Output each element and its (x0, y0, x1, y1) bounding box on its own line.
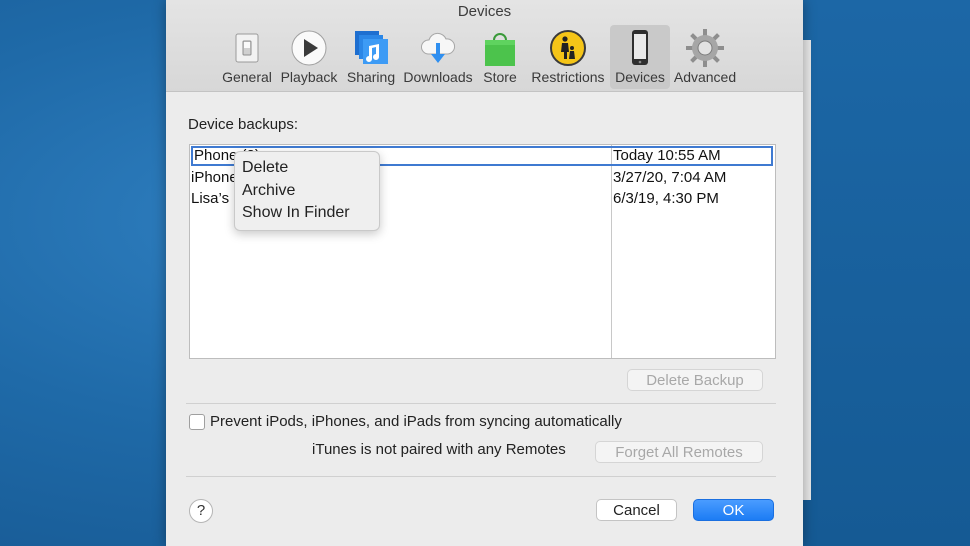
preferences-window: Devices General Playback Sharing Downloa… (166, 0, 803, 546)
remotes-status-text: iTunes is not paired with any Remotes (312, 441, 566, 458)
tab-playback-label: Playback (280, 69, 338, 85)
tab-playback[interactable]: Playback (278, 25, 340, 89)
tab-general-label: General (222, 69, 272, 85)
table-row-name[interactable]: iPhone (191, 169, 238, 186)
desktop-background (803, 0, 970, 546)
table-row-date[interactable]: Today 10:55 AM (613, 147, 721, 164)
shopping-bag-icon (485, 33, 515, 66)
tab-devices-label: Devices (615, 69, 665, 85)
preferences-toolbar: Devices General Playback Sharing Downloa… (166, 0, 803, 92)
tab-store-label: Store (483, 69, 517, 85)
tab-general[interactable]: General (222, 25, 272, 89)
general-switch-icon (235, 33, 259, 63)
prevent-sync-checkbox[interactable] (189, 414, 205, 430)
prevent-sync-label[interactable]: Prevent iPods, iPhones, and iPads from s… (210, 413, 622, 430)
tab-store[interactable]: Store (478, 25, 522, 89)
delete-backup-button[interactable]: Delete Backup (627, 369, 763, 391)
tab-devices[interactable]: Devices (610, 25, 670, 89)
play-icon (291, 30, 327, 66)
tab-downloads[interactable]: Downloads (402, 25, 474, 89)
cloud-download-icon (421, 32, 456, 63)
menu-item-show-in-finder[interactable]: Show In Finder (242, 204, 350, 222)
help-button[interactable]: ? (189, 499, 213, 523)
tab-restrictions[interactable]: Restrictions (528, 25, 608, 89)
ok-button[interactable]: OK (693, 499, 774, 521)
divider (186, 476, 776, 477)
iphone-icon (632, 30, 648, 65)
context-menu: Delete Archive Show In Finder (234, 151, 380, 231)
music-note-icon (355, 31, 388, 64)
gear-icon (686, 29, 724, 67)
table-row-name[interactable]: Lisa’s (191, 190, 229, 207)
tab-restrictions-label: Restrictions (531, 69, 605, 85)
menu-item-delete[interactable]: Delete (242, 159, 288, 177)
table-row-date[interactable]: 6/3/19, 4:30 PM (613, 190, 719, 207)
tab-sharing[interactable]: Sharing (344, 25, 398, 89)
forget-all-remotes-button[interactable]: Forget All Remotes (595, 441, 763, 463)
divider (186, 403, 776, 404)
cancel-button[interactable]: Cancel (596, 499, 677, 521)
tab-downloads-label: Downloads (403, 69, 473, 85)
window-title: Devices (457, 3, 512, 20)
table-row-date[interactable]: 3/27/20, 7:04 AM (613, 169, 726, 186)
column-divider[interactable] (611, 145, 612, 358)
tab-advanced[interactable]: Advanced (672, 25, 738, 89)
device-backups-label: Device backups: (188, 116, 299, 133)
parental-icon (550, 30, 586, 66)
tab-sharing-label: Sharing (346, 69, 396, 85)
tab-advanced-label: Advanced (673, 69, 737, 85)
menu-item-archive[interactable]: Archive (242, 182, 295, 200)
